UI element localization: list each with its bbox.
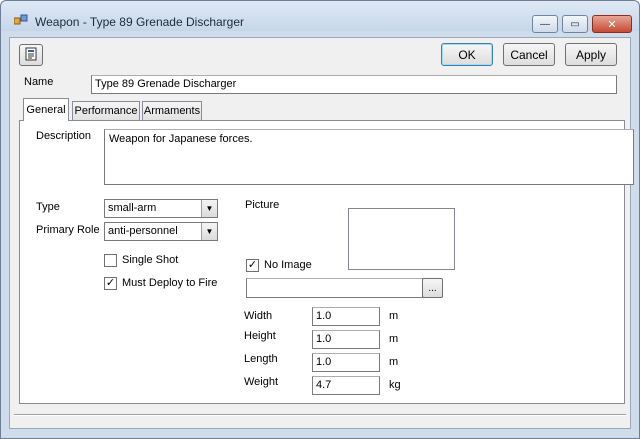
primary-role-label: Primary Role (36, 224, 100, 236)
window-title: Weapon - Type 89 Grenade Discharger (35, 15, 245, 29)
apply-button[interactable]: Apply (565, 43, 617, 66)
no-image-label: No Image (264, 259, 312, 271)
type-label: Type (36, 201, 60, 213)
picture-preview (348, 208, 455, 270)
no-image-checkbox[interactable]: ✓ (246, 259, 259, 272)
unit-label: m (389, 356, 399, 368)
tab-armaments[interactable]: Armaments (142, 101, 202, 120)
maximize-button[interactable]: ▭ (562, 15, 588, 33)
dimension-label: Height (244, 330, 276, 342)
minimize-button[interactable]: — (532, 15, 558, 33)
name-field[interactable]: Type 89 Grenade Discharger (91, 75, 617, 94)
weapon-dialog-window: Weapon - Type 89 Grenade Discharger — ▭ … (0, 0, 640, 439)
unit-label: kg (389, 379, 401, 391)
name-label: Name (24, 76, 54, 88)
width-field[interactable]: 1.0 (312, 307, 380, 326)
minimize-icon: — (540, 18, 550, 30)
type-select[interactable]: small-arm ▼ (104, 199, 218, 218)
dialog-client-area: OK Cancel Apply Name Type 89 Grenade Dis… (9, 37, 634, 429)
picture-label: Picture (245, 199, 280, 211)
primary-role-select-value: anti-personnel (108, 225, 178, 237)
general-tab-page: Description Weapon for Japanese forces. … (19, 120, 634, 404)
length-field[interactable]: 1.0 (312, 353, 380, 372)
cancel-button[interactable]: Cancel (503, 43, 555, 66)
must-deploy-checkbox[interactable]: ✓ (104, 277, 117, 290)
single-shot-label: Single Shot (122, 254, 179, 266)
type-select-value: small-arm (108, 202, 157, 214)
maximize-icon: ▭ (570, 18, 580, 30)
browse-button[interactable]: ... (422, 278, 443, 298)
chevron-down-icon: ▼ (201, 200, 217, 217)
primary-role-select[interactable]: anti-personnel ▼ (104, 222, 218, 241)
properties-icon (24, 47, 38, 64)
dimension-label: Length (244, 353, 278, 365)
single-shot-checkbox[interactable] (104, 254, 117, 267)
chevron-down-icon: ▼ (201, 223, 217, 240)
app-icon (13, 14, 28, 26)
description-label: Description (36, 130, 92, 142)
tab-general[interactable]: General (23, 98, 69, 121)
tab-performance[interactable]: Performance (72, 101, 140, 120)
unit-label: m (389, 333, 399, 345)
picture-path-field[interactable] (246, 278, 423, 298)
dimension-label: Width (244, 310, 273, 322)
unit-label: m (389, 310, 399, 322)
must-deploy-label: Must Deploy to Fire (122, 277, 218, 289)
bottom-divider (14, 414, 626, 416)
ok-button[interactable]: OK (441, 43, 493, 66)
properties-button[interactable] (19, 44, 43, 66)
weight-field[interactable]: 4.7 (312, 376, 380, 395)
title-bar[interactable]: Weapon - Type 89 Grenade Discharger — ▭ … (1, 1, 639, 33)
description-field[interactable]: Weapon for Japanese forces. (104, 129, 634, 185)
close-button[interactable]: ✕ (592, 15, 632, 33)
height-field[interactable]: 1.0 (312, 330, 380, 349)
close-icon: ✕ (607, 18, 617, 31)
dimension-label: Weight (244, 376, 279, 388)
